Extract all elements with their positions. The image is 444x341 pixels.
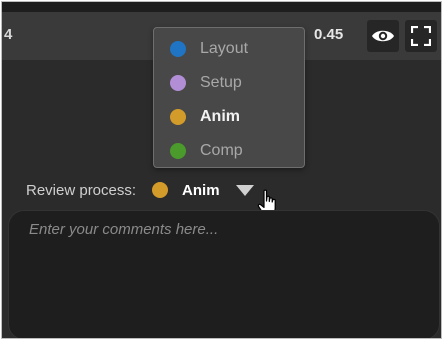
- anim-color-dot: [152, 182, 169, 198]
- review-process-dropdown-menu: Layout Setup Anim Comp: [153, 27, 305, 168]
- toggle-visibility-button[interactable]: [367, 20, 399, 52]
- setup-color-dot: [170, 75, 186, 91]
- review-process-row: Review process: Anim: [26, 180, 254, 200]
- chevron-down-icon[interactable]: [235, 184, 254, 196]
- opacity-value[interactable]: 0.45: [314, 26, 343, 43]
- option-label: Layout: [200, 40, 249, 57]
- review-process-label: Review process:: [26, 181, 137, 199]
- dropdown-option-anim[interactable]: Anim: [154, 100, 304, 134]
- review-panel: 4 0.45 Layout Setup Anim Comp Review pro…: [1, 1, 442, 339]
- review-process-value[interactable]: Anim: [182, 182, 220, 199]
- frame-number: 4: [4, 26, 13, 43]
- dropdown-option-layout[interactable]: Layout: [154, 32, 304, 66]
- layout-color-dot: [170, 41, 186, 57]
- option-label: Comp: [200, 142, 243, 159]
- top-strip: [2, 2, 441, 12]
- option-label: Setup: [200, 74, 242, 91]
- comments-input[interactable]: [8, 210, 440, 338]
- dropdown-option-comp[interactable]: Comp: [154, 134, 304, 168]
- comp-color-dot: [170, 143, 186, 159]
- anim-color-dot: [170, 109, 186, 125]
- option-label: Anim: [200, 108, 240, 125]
- dropdown-option-setup[interactable]: Setup: [154, 66, 304, 100]
- fullscreen-icon: [411, 26, 431, 46]
- eye-icon: [372, 30, 394, 42]
- fullscreen-button[interactable]: [405, 20, 437, 52]
